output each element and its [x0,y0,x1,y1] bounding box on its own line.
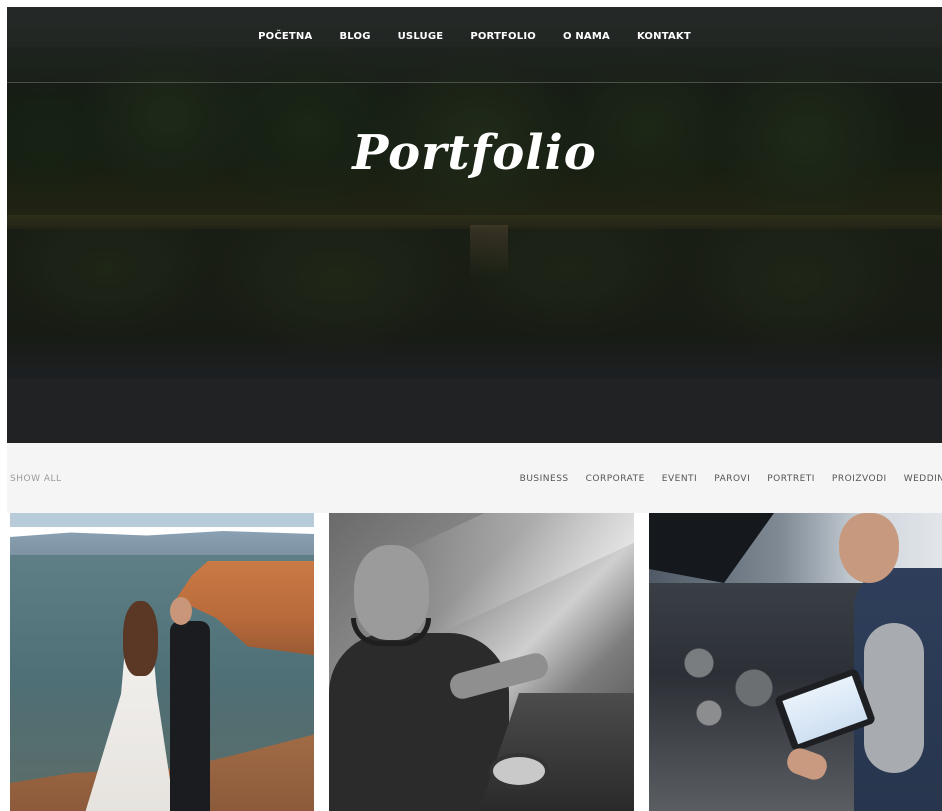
mechanic-head [839,513,899,583]
filter-show-all[interactable]: SHOW ALL [10,474,62,484]
nav-item-pocetna[interactable]: POČETNA [245,31,326,42]
engine-parts [669,633,789,733]
sky [10,513,314,527]
filter-portreti[interactable]: PORTRETI [767,474,815,484]
groom-suit [170,621,210,811]
filter-business[interactable]: BUSINESS [520,474,569,484]
dj-body [329,633,509,811]
hero-banner: POČETNA BLOG USLUGE PORTFOLIO O NAMA KON… [7,7,942,443]
groom-head [170,597,192,625]
portfolio-gallery [10,513,942,811]
portfolio-item-couple[interactable] [10,513,314,811]
portfolio-filter-clip: SHOW ALL BUSINESS CORPORATE EVENTI PAROV… [7,443,942,513]
filter-corporate[interactable]: CORPORATE [586,474,645,484]
filter-eventi[interactable]: EVENTI [662,474,697,484]
nav-item-kontakt[interactable]: KONTAKT [623,31,704,42]
nav-item-blog[interactable]: BLOG [326,31,384,42]
nav-item-o-nama[interactable]: O NAMA [549,31,623,42]
nav-item-portfolio[interactable]: PORTFOLIO [457,31,550,42]
filter-parovi[interactable]: PAROVI [714,474,750,484]
bride-hair [123,601,158,676]
page-title: Portfolio [352,125,597,181]
mountains [10,531,314,555]
mechanic-sleeve [864,623,924,773]
portfolio-item-dj[interactable] [329,513,634,811]
filter-categories: BUSINESS CORPORATE EVENTI PAROVI PORTRET… [520,474,942,484]
nav-item-usluge[interactable]: USLUGE [384,31,457,42]
filter-wedding[interactable]: WEDDING [904,474,942,484]
main-navigation: POČETNA BLOG USLUGE PORTFOLIO O NAMA KON… [7,7,942,83]
jog-wheel [489,753,549,789]
filter-proizvodi[interactable]: PROIZVODI [832,474,887,484]
portfolio-item-mechanic[interactable] [649,513,942,811]
